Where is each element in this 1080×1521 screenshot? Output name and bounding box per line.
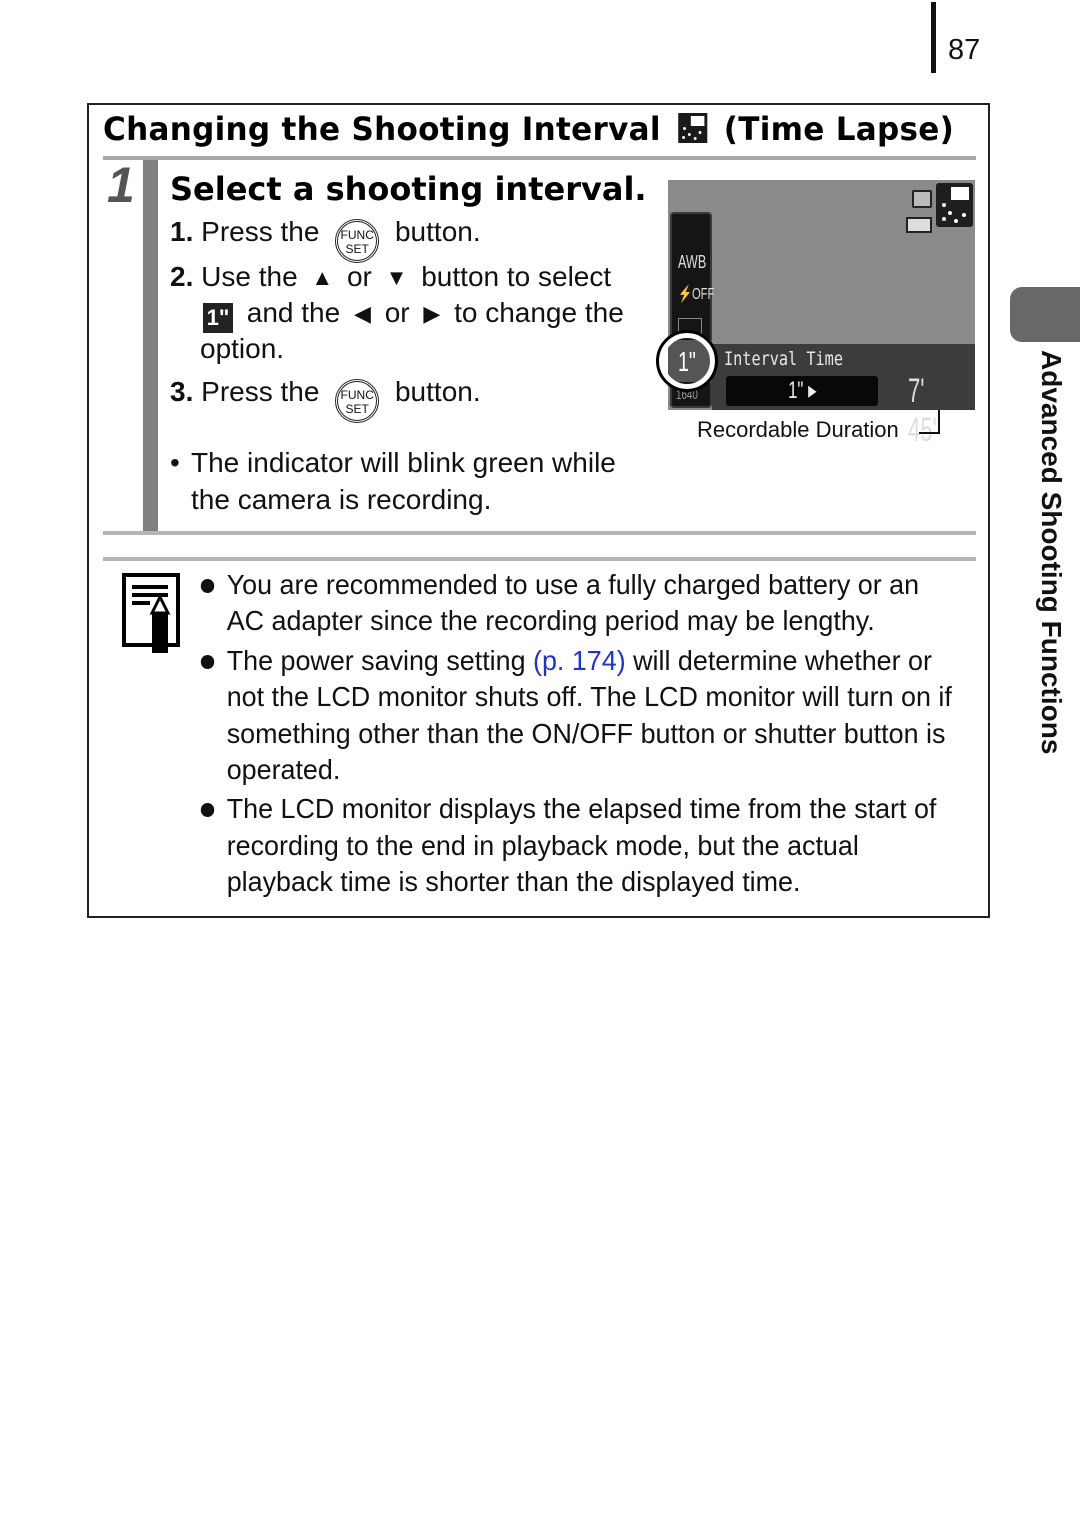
func-set-button-icon: FUNC SET — [335, 219, 380, 263]
section-title-suffix: (Time Lapse) — [723, 110, 955, 148]
info-text: The power saving setting — [226, 644, 534, 676]
instruction-1: 1. Press the FUNC SET button. — [170, 214, 481, 263]
up-arrow-icon: ▲ — [311, 265, 334, 290]
instruction-number: 2. — [170, 261, 194, 292]
instruction-text: or — [346, 261, 372, 292]
section-title-prefix: Changing the Shooting Interval — [103, 110, 661, 148]
bullet: • — [170, 447, 180, 478]
step-number: 1 — [107, 157, 135, 213]
instruction-number: 1. — [170, 216, 194, 247]
memo-pencil-icon — [122, 573, 180, 653]
page-reference-link[interactable]: (p. 174) — [533, 645, 626, 676]
instruction-text: Use the — [201, 261, 298, 292]
flash-off-item: ⚡OFF — [678, 286, 715, 303]
instruction-2-line3: option. — [200, 333, 285, 364]
title-divider — [103, 156, 976, 160]
chapter-label: Advanced Shooting Functions — [1036, 350, 1067, 755]
info-text: You are recommended to use a fully charg… — [226, 569, 920, 637]
instruction-text: button. — [394, 376, 481, 407]
info-list: You are recommended to use a fully charg… — [196, 567, 954, 901]
page-rule — [931, 2, 936, 73]
caption-leader-line — [938, 410, 940, 434]
instruction-text: and the — [246, 297, 341, 328]
interval-time-label: Interval Time — [724, 348, 843, 370]
instruction-text: button to select — [421, 261, 612, 292]
chapter-tab — [1010, 287, 1080, 342]
step-bar — [143, 160, 158, 532]
lcd-screen: AWB ⚡OFF 1640 1" Interval Time 1" ▸ 7' 4… — [656, 180, 975, 449]
instruction-text: Press the — [201, 376, 320, 407]
interval-time-value: 1" ▸ — [726, 376, 878, 406]
step-divider — [103, 531, 976, 535]
instruction-text: button. — [394, 216, 481, 247]
recordable-duration-value: 7' 45" — [908, 372, 941, 449]
func-set-button-icon: FUNC SET — [335, 379, 380, 423]
bullet — [200, 579, 215, 593]
interval-setting-icon: 1" — [203, 303, 233, 333]
bullet — [200, 654, 215, 669]
instruction-2: 2. Use the ▲ or ▼ button to select — [170, 259, 611, 296]
instruction-2-line2: 1" and the ◀ or ▶ to change the — [203, 295, 624, 333]
lcd-caption: Recordable Duration — [697, 417, 899, 442]
info-divider — [103, 557, 976, 561]
right-arrow-icon: ▶ — [423, 301, 441, 326]
time-lapse-mode-icon — [677, 113, 707, 143]
instruction-text: Press the — [201, 216, 320, 247]
info-item: The power saving setting (p. 174) will d… — [196, 643, 954, 789]
info-text: The LCD monitor displays the elapsed tim… — [226, 793, 937, 898]
info-item: The LCD monitor displays the elapsed tim… — [196, 791, 954, 900]
selection-highlight-circle — [656, 330, 718, 392]
caption-leader-line — [919, 432, 940, 434]
section-title: Changing the Shooting Interval (Time Lap… — [103, 110, 954, 148]
step-note: • The indicator will blink green while t… — [170, 444, 651, 518]
step-note-text: The indicator will blink green while the… — [191, 447, 616, 515]
white-balance-item: AWB — [678, 252, 707, 272]
camera-orientation-icon — [912, 190, 932, 208]
time-lapse-mode-icon — [936, 183, 973, 227]
left-arrow-icon: ◀ — [353, 301, 371, 326]
down-arrow-icon: ▼ — [385, 265, 408, 290]
page-number: 87 — [948, 34, 981, 66]
instruction-text: or — [384, 297, 410, 328]
battery-icon — [906, 217, 932, 233]
instruction-3: 3. Press the FUNC SET button. — [170, 374, 481, 423]
instruction-text: to change the — [454, 297, 624, 328]
bullet — [200, 803, 215, 818]
info-item: You are recommended to use a fully charg… — [196, 567, 954, 640]
step-heading: Select a shooting interval. — [170, 170, 647, 208]
instruction-number: 3. — [170, 376, 194, 407]
